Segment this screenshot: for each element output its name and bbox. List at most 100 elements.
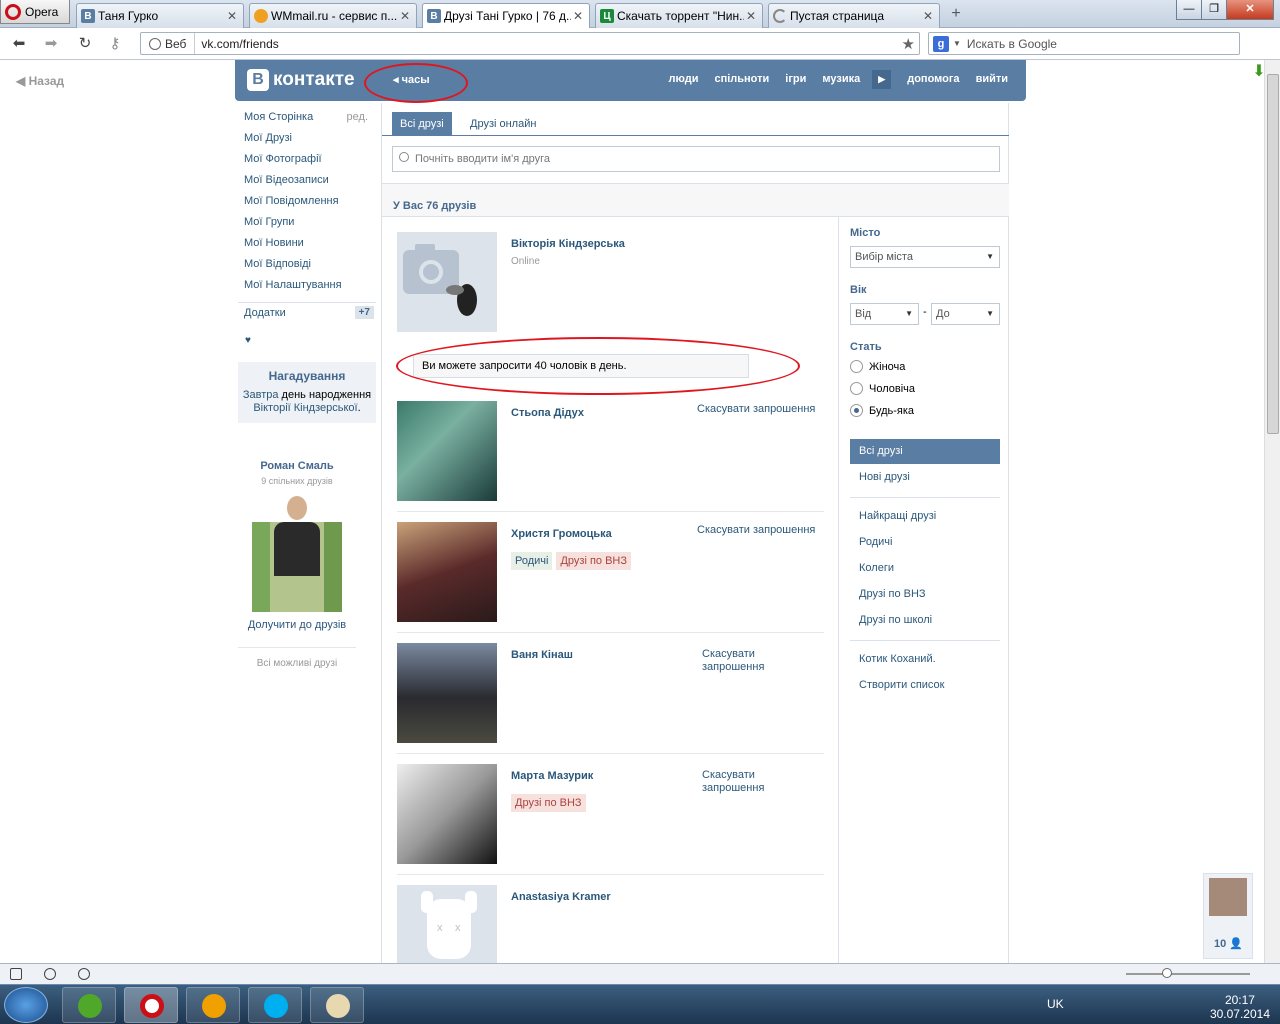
edit-link[interactable]: ред. [347,110,368,124]
tab-all-friends[interactable]: Всі друзі [392,112,452,136]
zoom-slider-thumb[interactable] [1162,968,1172,978]
list-all-friends[interactable]: Всі друзі [850,439,1000,464]
start-button[interactable] [4,987,48,1023]
menu-item-my-page[interactable]: Моя Сторінка ред. [244,110,374,131]
cancel-invite-link[interactable]: Скасувати запрошення [702,769,782,795]
create-list-link[interactable]: Створити список [850,673,1000,698]
list-custom[interactable]: Котик Коханий. [850,647,1000,672]
suggestion-photo[interactable] [252,496,342,612]
bookmark-star-icon[interactable]: ★ [902,35,915,53]
restore-button[interactable]: ❐ [1201,0,1227,20]
menu-item-answers[interactable]: Мої Відповіді [244,257,374,278]
tag-university[interactable]: Друзі по ВНЗ [556,552,632,570]
vk-logo[interactable]: В контакте [247,69,355,91]
list-colleagues[interactable]: Колеги [850,556,1000,581]
add-friend-link[interactable]: Долучити до друзів [238,619,356,631]
list-best-friends[interactable]: Найкращі друзі [850,504,1000,529]
window-close-button[interactable]: ✕ [1226,0,1274,20]
reminder-person-link[interactable]: Вікторії Кіндзерської [253,402,357,414]
friend-name[interactable]: Anastasiya Kramer [511,891,611,903]
taskbar-utorrent[interactable] [62,987,116,1023]
web-badge[interactable]: Веб [141,33,196,54]
close-icon[interactable]: ✕ [398,9,412,23]
friend-photo[interactable] [397,643,497,743]
browser-tab-active[interactable]: В Друзі Тані Гурко | 76 д... ✕ [422,3,590,28]
friend-photo[interactable] [397,401,497,501]
list-relatives[interactable]: Родичі [850,530,1000,555]
nav-communities[interactable]: спільноти [714,73,769,89]
chevron-down-icon[interactable]: ▼ [953,39,961,48]
friend-name[interactable]: Ваня Кінаш [511,649,573,661]
avatar[interactable] [1209,878,1247,916]
friend-name[interactable]: Марта Мазурик [511,770,593,782]
reload-icon[interactable]: ↻ [76,35,94,53]
list-school[interactable]: Друзі по школі [850,608,1000,633]
forward-arrow-icon[interactable]: ➡ [42,35,60,53]
taskbar-paint[interactable] [310,987,364,1023]
age-from-select[interactable]: Від ▼ [850,303,919,325]
menu-item-photos[interactable]: Мої Фотографії [244,152,374,173]
cancel-invite-link[interactable]: Скасувати запрошення [697,403,815,416]
play-icon[interactable]: ▶ [872,70,892,89]
menu-item-groups[interactable]: Мої Групи [244,215,374,236]
friend-name[interactable]: Вікторія Кіндзерська [511,238,625,250]
close-icon[interactable]: ✕ [225,9,239,23]
nav-help[interactable]: допомога [907,73,959,89]
back-link[interactable]: ◀ Назад [16,74,64,88]
nav-logout[interactable]: вийти [976,73,1008,89]
cancel-invite-link[interactable]: Скасувати запрошення [702,648,782,674]
browser-tab[interactable]: Ц Скачать торрент "Нин... ✕ [595,3,763,28]
zoom-slider[interactable] [1126,968,1250,978]
friend-photo[interactable] [397,522,497,622]
suggestion-name[interactable]: Роман Смаль [238,460,356,472]
close-icon[interactable]: ✕ [921,9,935,23]
age-to-select[interactable]: До ▼ [931,303,1000,325]
browser-tab[interactable]: Пустая страница ✕ [768,3,940,28]
taskbar-opera[interactable] [124,987,178,1023]
back-arrow-icon[interactable]: ⬅ [10,35,28,53]
key-icon[interactable]: ⚷ [106,35,124,53]
browser-tab[interactable]: WMmail.ru - сервис п... ✕ [249,3,417,28]
reminder-tomorrow-link[interactable]: Завтра [243,389,279,401]
language-indicator[interactable]: UK [1047,997,1064,1011]
friend-search-input[interactable]: Почніть вводити ім'я друга [392,146,1000,172]
opera-menu-button[interactable]: Opera [0,0,70,24]
address-field[interactable]: Веб vk.com/friends ★ [140,32,920,55]
nav-games[interactable]: ігри [785,73,806,89]
menu-item-settings[interactable]: Мої Налаштування [244,278,374,299]
system-clock[interactable]: 20:17 30.07.2014 [1210,993,1270,1021]
tag-relatives[interactable]: Родичі [511,552,553,570]
heart-icon[interactable]: ♥ [245,335,251,346]
sex-radio-any[interactable]: Будь-яка [850,404,914,417]
friend-name[interactable]: Стьопа Дідух [511,407,584,419]
vertical-scrollbar[interactable] [1264,60,1280,963]
friend-photo[interactable] [397,764,497,864]
tag-university[interactable]: Друзі по ВНЗ [511,794,586,812]
close-icon[interactable]: ✕ [571,9,585,23]
list-new-friends[interactable]: Нові друзі [850,465,1000,490]
camera-placeholder-photo[interactable] [397,232,497,332]
menu-item-messages[interactable]: Мої Повідомлення [244,194,374,215]
city-select[interactable]: Вибір міста ▼ [850,246,1000,268]
cloud-icon[interactable] [44,968,56,980]
menu-item-videos[interactable]: Мої Відеозаписи [244,173,374,194]
list-university[interactable]: Друзі по ВНЗ [850,582,1000,607]
all-suggestions-link[interactable]: Всі можливі друзі [238,647,356,669]
menu-item-news[interactable]: Мої Новини [244,236,374,257]
panel-toggle-icon[interactable] [10,968,22,980]
sex-radio-female[interactable]: Жіноча [850,360,905,373]
taskbar-aimp[interactable] [186,987,240,1023]
friend-name[interactable]: Христя Громоцька [511,528,612,540]
nav-music[interactable]: музика [822,73,860,89]
browser-search-field[interactable]: g ▼ Искать в Google [928,32,1240,55]
nav-people[interactable]: люди [668,73,698,89]
tab-online-friends[interactable]: Друзі онлайн [462,112,544,136]
chat-widget[interactable]: 10 👤 [1203,873,1253,959]
menu-item-friends[interactable]: Мої Друзі [244,131,374,152]
cancel-invite-link[interactable]: Скасувати запрошення [697,524,815,537]
menu-item-apps[interactable]: Додатки +7 [238,302,376,323]
new-tab-button[interactable]: + [946,6,966,24]
taskbar-skype[interactable] [248,987,302,1023]
minimize-button[interactable]: — [1176,0,1202,20]
close-icon[interactable]: ✕ [744,9,758,23]
